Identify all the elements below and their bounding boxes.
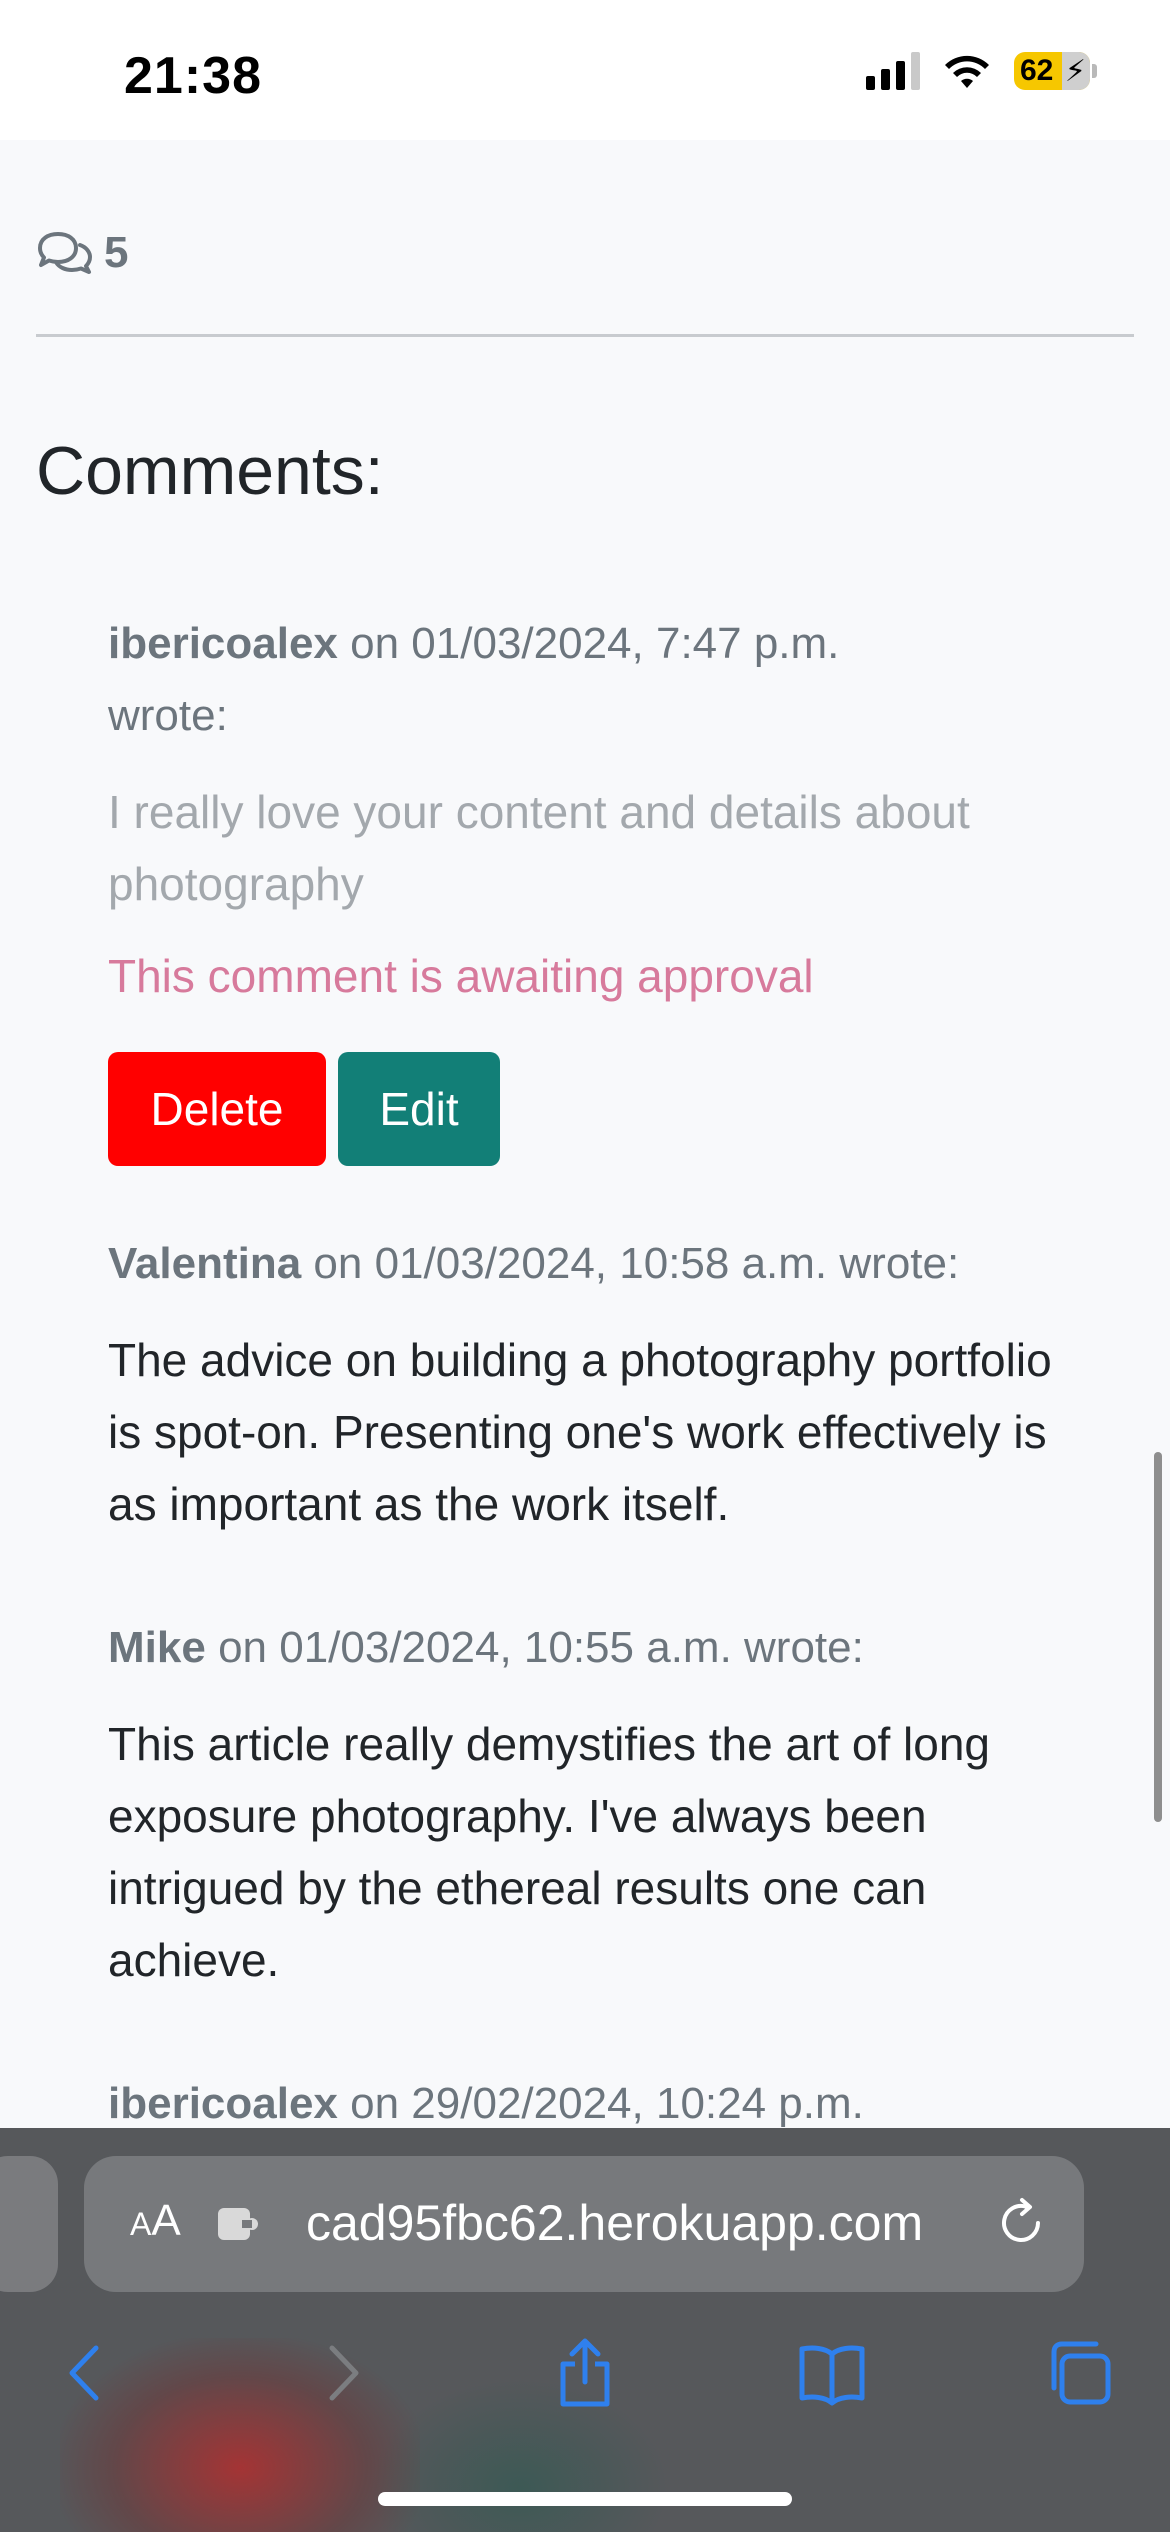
comments-heading: Comments: <box>36 433 384 509</box>
status-time: 21:38 <box>124 47 262 105</box>
comment-item: ibericoalex on 29/02/2024, 10:24 p.m. <box>108 2068 1088 2128</box>
status-bar: 21:38 62 ⚡ <box>0 0 1170 140</box>
battery-icon: 62 ⚡ <box>1014 52 1097 90</box>
comment-body: I really love your content and details a… <box>108 786 970 910</box>
divider <box>36 334 1134 337</box>
address-bar[interactable]: AA cad95fbc62.herokuapp.com <box>84 2156 1084 2292</box>
url-text[interactable]: cad95fbc62.herokuapp.com <box>306 2194 923 2252</box>
comment-wrote: wrote: <box>839 1239 960 1288</box>
awaiting-approval-notice: This comment is awaiting approval <box>108 950 814 1002</box>
text-size-button[interactable]: AA <box>130 2196 181 2246</box>
share-icon <box>560 2338 610 2407</box>
charging-bolt-icon: ⚡ <box>1064 55 1086 88</box>
comment-count: 5 <box>36 228 128 278</box>
comment-item: Valentina on 01/03/2024, 10:58 a.m. wrot… <box>108 1228 1088 1540</box>
extension-icon[interactable] <box>214 2200 262 2248</box>
previous-tab-preview[interactable] <box>0 2156 58 2292</box>
comment-item: Mike on 01/03/2024, 10:55 a.m. wrote: Th… <box>108 1612 1088 1996</box>
home-indicator[interactable] <box>378 2492 792 2506</box>
comment-date: on 29/02/2024, 10:24 p.m. <box>350 2079 864 2128</box>
status-icons: 62 ⚡ <box>866 52 1097 90</box>
edit-comment-button[interactable]: Edit <box>338 1052 500 1166</box>
comment-wrote: wrote: <box>108 691 228 740</box>
delete-comment-button[interactable]: Delete <box>108 1052 326 1166</box>
comments-icon <box>38 232 92 274</box>
bookmarks-icon <box>799 2345 865 2406</box>
page-content: 5 Comments: ibericoalex on 01/03/2024, 7… <box>0 140 1170 2128</box>
comment-body: This article really demystifies the art … <box>108 1718 991 1986</box>
comment-date: on 01/03/2024, 10:58 a.m. <box>313 1239 828 1288</box>
tabs-button[interactable] <box>1024 2318 1134 2428</box>
comment-actions: Delete Edit <box>108 1052 1088 1166</box>
comment-date: on 01/03/2024, 10:55 a.m. <box>218 1623 732 1672</box>
share-button[interactable] <box>530 2318 640 2428</box>
comment-author: ibericoalex <box>108 619 338 668</box>
battery-percent: 62 <box>1020 54 1054 87</box>
reload-icon[interactable] <box>992 2194 1050 2252</box>
bookmarks-button[interactable] <box>777 2318 887 2428</box>
back-button[interactable] <box>32 2318 142 2428</box>
comment-body: The advice on building a photography por… <box>108 1334 1052 1530</box>
comment-meta: ibericoalex on 01/03/2024, 7:47 p.m. wro… <box>108 608 1088 752</box>
comment-meta: Valentina on 01/03/2024, 10:58 a.m. wrot… <box>108 1228 1088 1300</box>
cellular-signal-icon <box>866 52 920 90</box>
browser-toolbar: AA cad95fbc62.herokuapp.com <box>0 2128 1170 2532</box>
forward-button[interactable] <box>286 2318 396 2428</box>
comment-author: ibericoalex <box>108 2079 338 2128</box>
comment-item: ibericoalex on 01/03/2024, 7:47 p.m. wro… <box>108 608 1088 1166</box>
comment-date: on 01/03/2024, 7:47 p.m. <box>350 619 840 668</box>
comment-meta: ibericoalex on 29/02/2024, 10:24 p.m. <box>108 2068 1088 2128</box>
wifi-icon <box>945 55 989 88</box>
comment-wrote: wrote: <box>744 1623 864 1672</box>
scroll-indicator[interactable] <box>1154 1452 1162 1822</box>
tabs-icon <box>1051 2341 1111 2405</box>
comment-count-value: 5 <box>104 228 129 277</box>
browser-nav-row <box>0 2318 1170 2428</box>
comment-author: Valentina <box>108 1239 302 1288</box>
comment-author: Mike <box>108 1623 206 1672</box>
back-icon <box>69 2345 99 2401</box>
comment-meta: Mike on 01/03/2024, 10:55 a.m. wrote: <box>108 1612 1088 1684</box>
forward-icon <box>329 2345 359 2401</box>
